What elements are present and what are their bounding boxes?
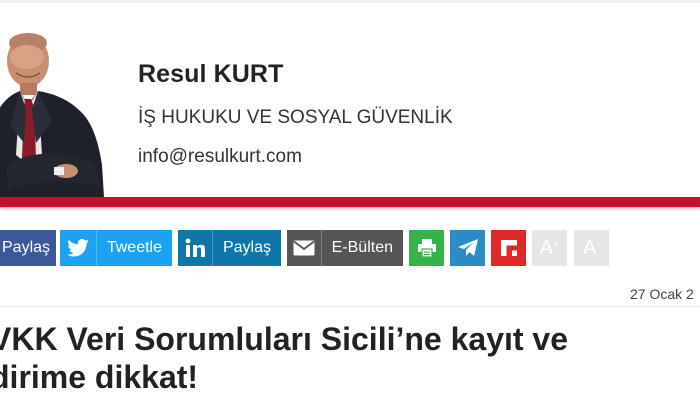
author-email[interactable]: info@resulkurt.com [138,146,302,168]
date-divider [0,306,700,307]
font-decrease-button[interactable]: A- [574,230,609,266]
font-decrease-sign: - [596,239,600,251]
twitter-icon [60,230,96,266]
share-bar: Paylaş Tweetle Paylaş E-Bülten A + A - [0,230,700,266]
telegram-share-button[interactable] [450,230,485,266]
red-divider [0,197,700,207]
author-name[interactable]: Resul KURT [138,60,283,89]
facebook-share-button[interactable]: Paylaş [0,230,56,266]
flipboard-share-button[interactable] [491,230,526,266]
linkedin-icon [178,230,212,266]
article-headline: VKK Veri Sorumluları Sicili’ne kayıt ve … [0,320,700,396]
article-date: 27 Ocak 2 [630,286,694,302]
newsletter-label: E-Bülten [331,239,393,256]
font-increase-label: A [539,236,553,259]
newsletter-button[interactable]: E-Bülten [287,230,403,266]
envelope-icon [287,230,321,266]
headline-line-1: VKK Veri Sorumluları Sicili’ne kayıt ve [0,321,569,357]
author-title: İŞ HUKUKU VE SOSYAL GÜVENLİK [138,107,453,128]
linkedin-share-button[interactable]: Paylaş [178,230,281,266]
twitter-share-button[interactable]: Tweetle [60,230,172,266]
print-button[interactable] [409,230,444,266]
print-icon [417,230,437,266]
facebook-share-label: Paylaş [2,239,51,256]
font-increase-button[interactable]: A + [532,230,567,266]
flipboard-icon [499,230,519,266]
headline-line-2: dirime dikkat! [0,359,199,395]
author-photo [0,25,108,197]
font-increase-sign: + [552,239,560,251]
telegram-icon [457,230,479,266]
font-decrease-label: A [582,236,597,259]
linkedin-share-label: Paylaş [222,239,271,256]
twitter-share-label: Tweetle [106,239,162,256]
author-card: Resul KURT İŞ HUKUKU VE SOSYAL GÜVENLİK … [0,3,700,199]
